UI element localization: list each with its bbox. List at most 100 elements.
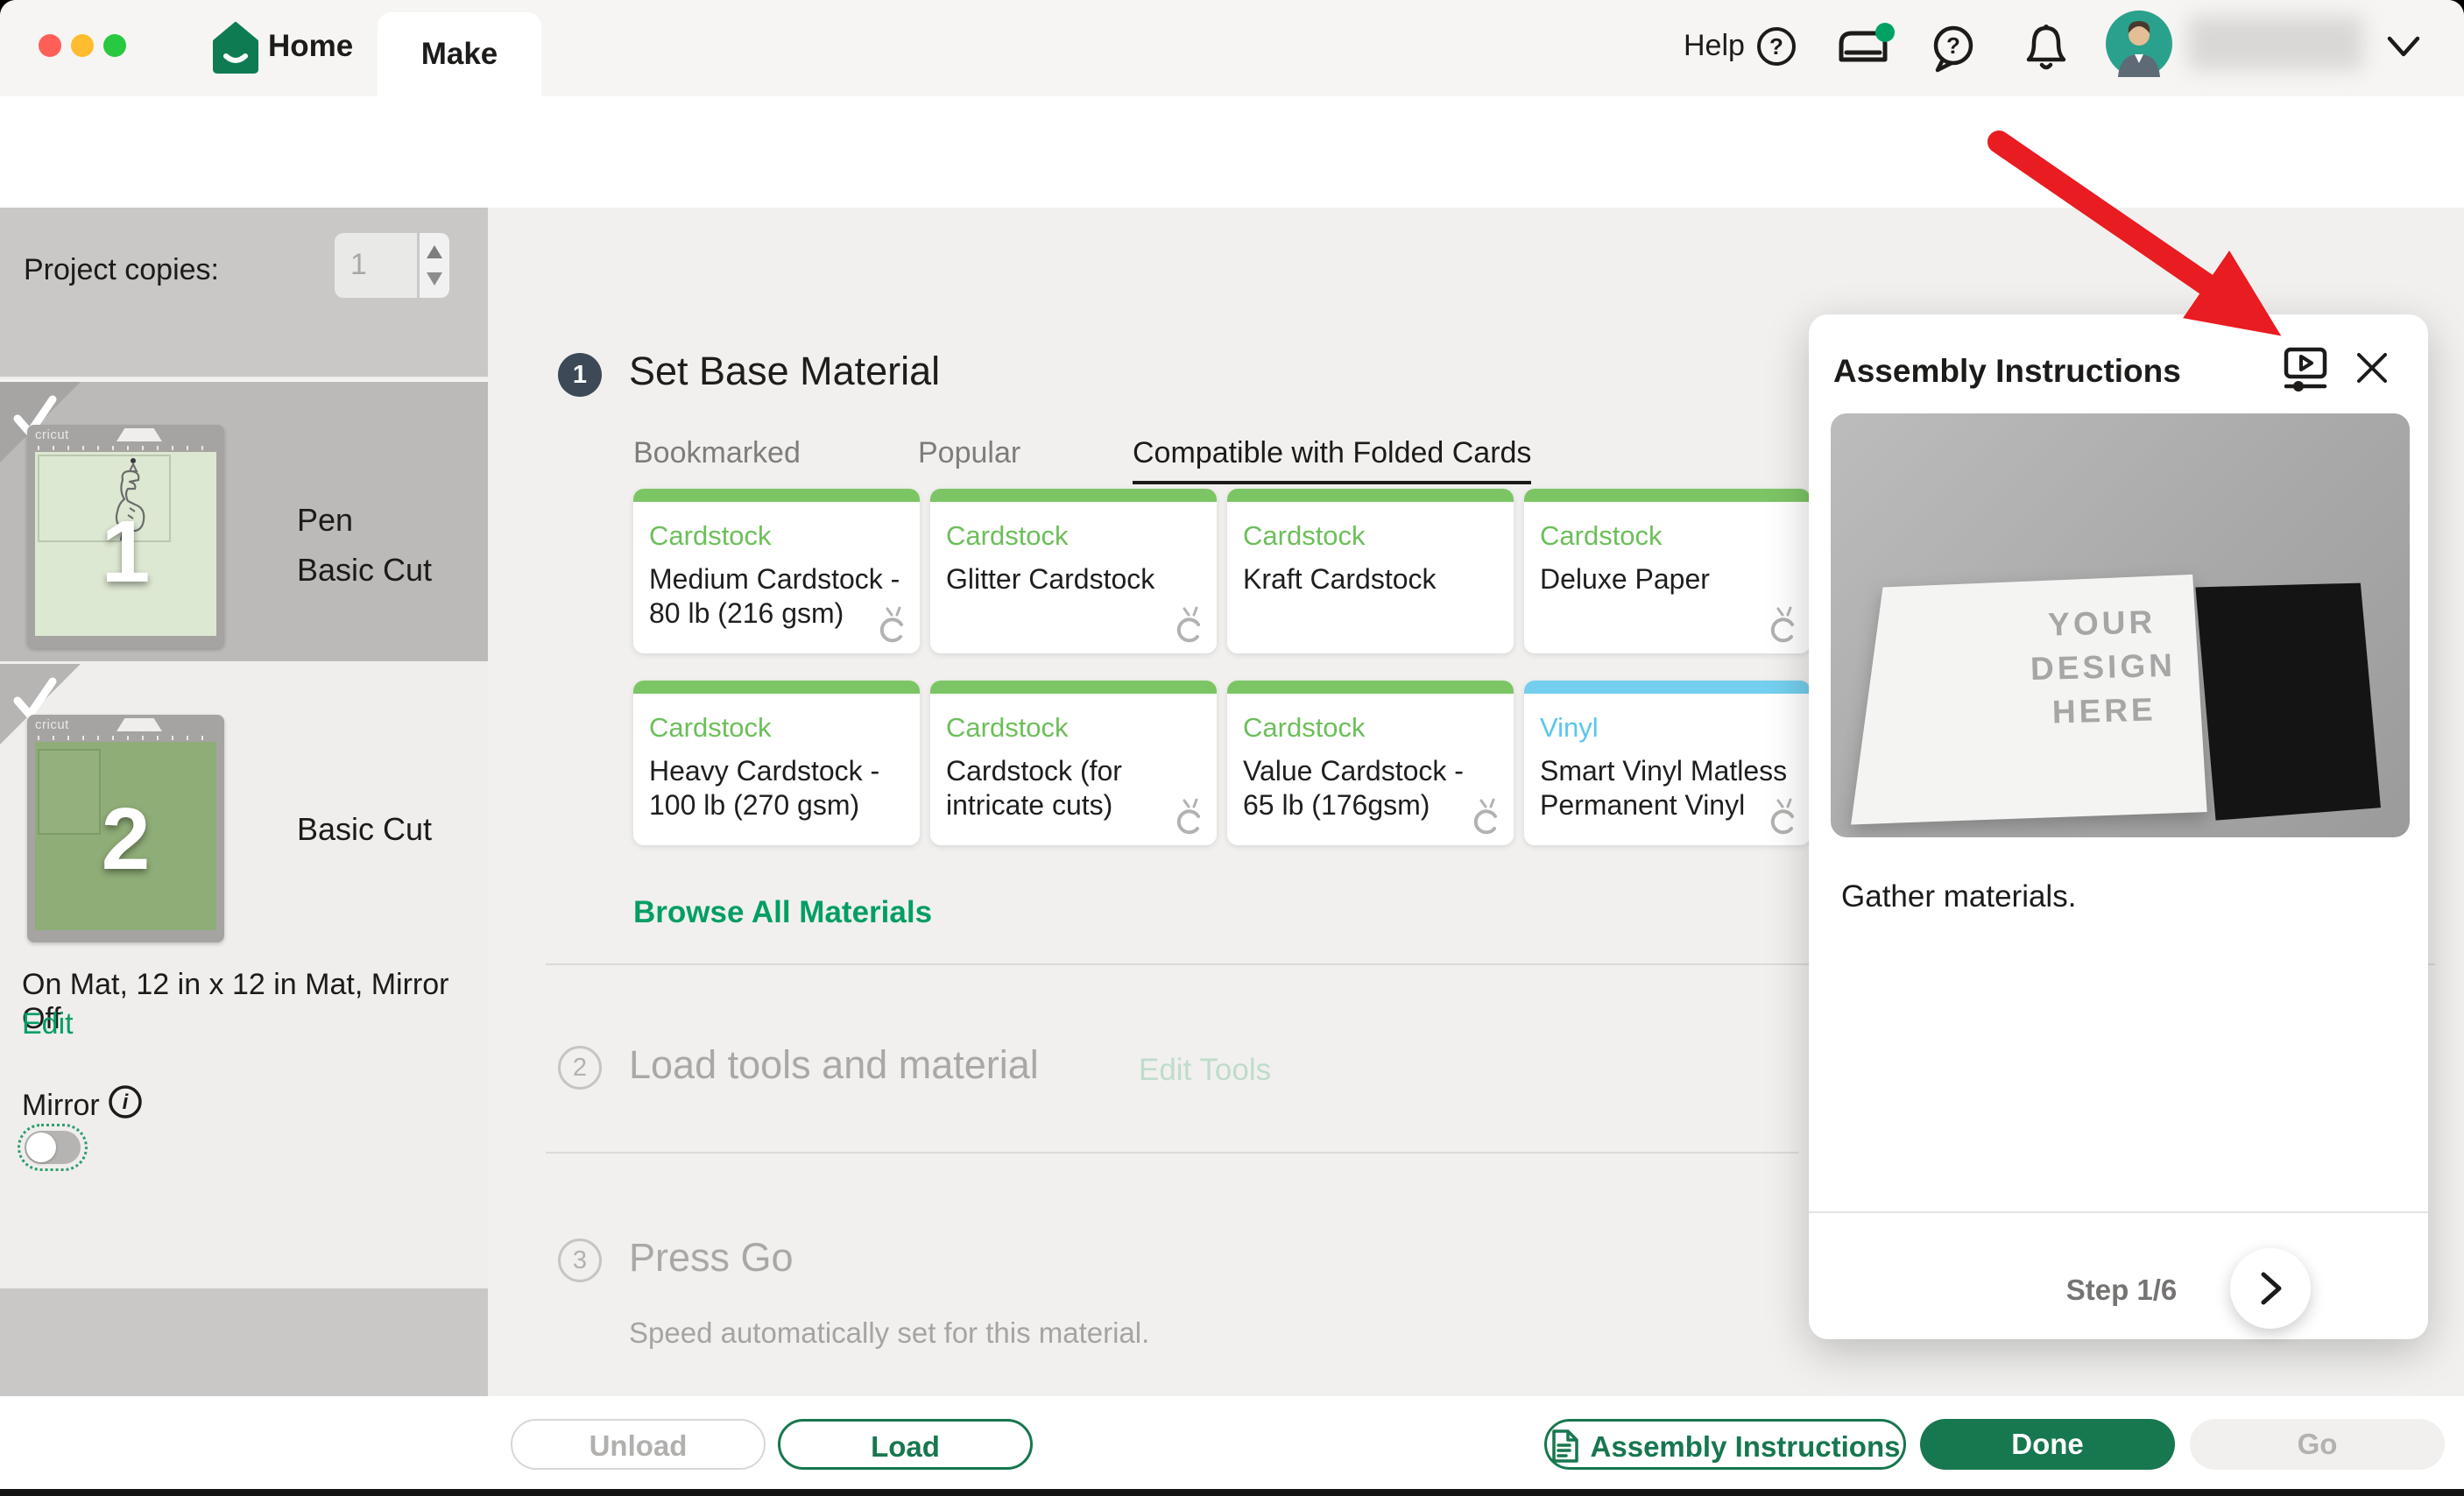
- material-color-bar: [633, 681, 920, 694]
- material-category: Cardstock: [1540, 520, 1663, 552]
- material-color-bar: [633, 489, 920, 502]
- machine-status-icon[interactable]: [1832, 21, 1901, 75]
- tab-bookmarked[interactable]: Bookmarked: [633, 436, 801, 470]
- zoom-window-icon[interactable]: [103, 34, 126, 57]
- sidebar: Project copies: 1 Apply cricut: [0, 208, 488, 1396]
- cricut-brand-icon: [1169, 798, 1206, 838]
- next-step-button[interactable]: [2230, 1248, 2311, 1329]
- edit-tools-link[interactable]: Edit Tools: [1139, 1053, 1271, 1088]
- help-menu[interactable]: Help: [1684, 29, 1745, 63]
- step-3-badge: 3: [558, 1238, 602, 1282]
- instruction-caption: Gather materials.: [1841, 879, 2076, 914]
- material-name: Smart Vinyl Matless Permanent Vinyl: [1540, 754, 1794, 822]
- go-button[interactable]: Go: [2190, 1419, 2445, 1470]
- material-name: Cardstock (for intricate cuts): [946, 754, 1200, 822]
- avatar[interactable]: [2106, 11, 2172, 77]
- mirror-toggle[interactable]: [18, 1124, 88, 1171]
- step-3-subtitle: Speed automatically set for this materia…: [629, 1316, 1149, 1350]
- cricut-brand-icon: [1169, 606, 1206, 646]
- mat-item-2[interactable]: cricut 2 Basic Cut: [0, 664, 488, 946]
- mat-brand-label: cricut: [35, 427, 69, 442]
- faq-bubble-icon[interactable]: ?: [1927, 23, 1980, 75]
- material-card-value-cardstock[interactable]: Cardstock Value Cardstock - 65 lb (176gs…: [1227, 681, 1514, 845]
- material-name: Value Cardstock - 65 lb (176gsm): [1243, 754, 1497, 822]
- copies-stepper[interactable]: [420, 233, 449, 298]
- step-1-title: Set Base Material: [629, 349, 940, 394]
- cricut-brand-icon: [1466, 798, 1503, 838]
- load-button[interactable]: Load: [778, 1419, 1033, 1470]
- step-indicator: Step 1/6: [2034, 1274, 2209, 1307]
- machine-online-badge: [1875, 23, 1895, 42]
- material-category: Cardstock: [946, 520, 1069, 552]
- material-card-heavy-cardstock[interactable]: Cardstock Heavy Cardstock - 100 lb (270 …: [633, 681, 920, 845]
- cricut-brand-icon: [1763, 798, 1800, 838]
- mat-number: 1: [27, 508, 224, 596]
- assembly-instructions-panel: Assembly Instructions YOUR DESIGN HERE G…: [1809, 314, 2428, 1339]
- material-category: Cardstock: [649, 520, 772, 552]
- tab-compatible-folded-cards[interactable]: Compatible with Folded Cards: [1133, 436, 1531, 484]
- material-category: Cardstock: [1243, 712, 1366, 744]
- step-1-badge: 1: [558, 353, 602, 397]
- material-card-deluxe-paper[interactable]: Cardstock Deluxe Paper: [1524, 489, 1811, 653]
- sidebar-footer-block: [0, 1288, 488, 1396]
- mat-2-tool-basic-cut: Basic Cut: [297, 811, 432, 848]
- project-header: T-Rex Birthday Card: [0, 96, 2464, 208]
- step-3-title: Press Go: [629, 1235, 794, 1281]
- mat-1-tool-pen: Pen: [297, 502, 353, 539]
- step-2-badge: 2: [558, 1046, 602, 1090]
- project-copies-section: Project copies: 1 Apply: [0, 208, 488, 377]
- material-card-intricate-cardstock[interactable]: Cardstock Cardstock (for intricate cuts): [930, 681, 1217, 845]
- mirror-info-icon[interactable]: i: [107, 1083, 144, 1120]
- toggle-knob: [26, 1133, 56, 1162]
- material-color-bar: [1227, 681, 1514, 694]
- material-color-bar: [1524, 489, 1811, 502]
- browse-all-materials-link[interactable]: Browse All Materials: [633, 895, 932, 930]
- tab-popular[interactable]: Popular: [918, 436, 1020, 470]
- user-name-redacted: [2188, 16, 2363, 70]
- tab-make[interactable]: Make: [378, 12, 541, 96]
- close-window-icon[interactable]: [39, 34, 61, 57]
- chevron-right-icon: [2260, 1271, 2283, 1306]
- mat-notch: [116, 428, 162, 441]
- instruction-step-image: YOUR DESIGN HERE: [1831, 413, 2410, 837]
- svg-text:i: i: [123, 1090, 130, 1114]
- footer-bar: Unload Load Assembly Instructions Done G…: [0, 1396, 2464, 1489]
- copies-input[interactable]: 1: [335, 233, 417, 298]
- mat-brand-label: cricut: [35, 717, 69, 732]
- panel-footer-divider: [1809, 1211, 2428, 1213]
- edit-mat-link[interactable]: Edit: [22, 1007, 74, 1041]
- mat-ruler: [38, 736, 214, 740]
- video-instructions-icon[interactable]: [2280, 342, 2331, 395]
- cricut-brand-icon: [872, 606, 909, 646]
- app-window: Home Make Help ? ?: [0, 0, 2464, 1496]
- window-bottom-edge: [0, 1489, 2464, 1496]
- tab-home[interactable]: Home: [268, 29, 353, 64]
- material-card-smart-vinyl[interactable]: Vinyl Smart Vinyl Matless Permanent Viny…: [1524, 681, 1811, 845]
- close-panel-icon[interactable]: [2354, 349, 2390, 386]
- mat-1-thumbnail[interactable]: cricut 1: [27, 425, 224, 648]
- material-name: Deluxe Paper: [1540, 562, 1794, 596]
- notifications-bell-icon[interactable]: [2022, 21, 2071, 75]
- help-circle-icon[interactable]: ?: [1755, 25, 1797, 67]
- material-card-medium-cardstock[interactable]: Cardstock Medium Cardstock - 80 lb (216 …: [633, 489, 920, 653]
- svg-text:?: ?: [1946, 32, 1960, 59]
- unload-button[interactable]: Unload: [511, 1419, 766, 1470]
- minimize-window-icon[interactable]: [71, 34, 94, 57]
- material-category: Vinyl: [1540, 712, 1599, 744]
- home-icon[interactable]: [211, 21, 260, 74]
- material-category: Cardstock: [1243, 520, 1366, 552]
- stepper-up-icon: [427, 245, 442, 258]
- mat-item-1[interactable]: cricut 1 Pen Basic Cut: [0, 379, 488, 661]
- material-category: Cardstock: [649, 712, 772, 744]
- material-card-glitter-cardstock[interactable]: Cardstock Glitter Cardstock: [930, 489, 1217, 653]
- material-name: Heavy Cardstock - 100 lb (270 gsm): [649, 754, 903, 822]
- assembly-instructions-label: Assembly Instructions: [1591, 1430, 1901, 1463]
- material-card-kraft-cardstock[interactable]: Cardstock Kraft Cardstock: [1227, 489, 1514, 653]
- cricut-brand-icon: [1763, 606, 1800, 646]
- mat-2-thumbnail[interactable]: cricut 2: [27, 715, 224, 942]
- material-color-bar: [930, 681, 1217, 694]
- account-chevron-down-icon[interactable]: [2384, 33, 2423, 60]
- assembly-instructions-button[interactable]: Assembly Instructions: [1544, 1419, 1906, 1470]
- section-divider: [546, 1152, 1798, 1154]
- done-button[interactable]: Done: [1920, 1419, 2175, 1470]
